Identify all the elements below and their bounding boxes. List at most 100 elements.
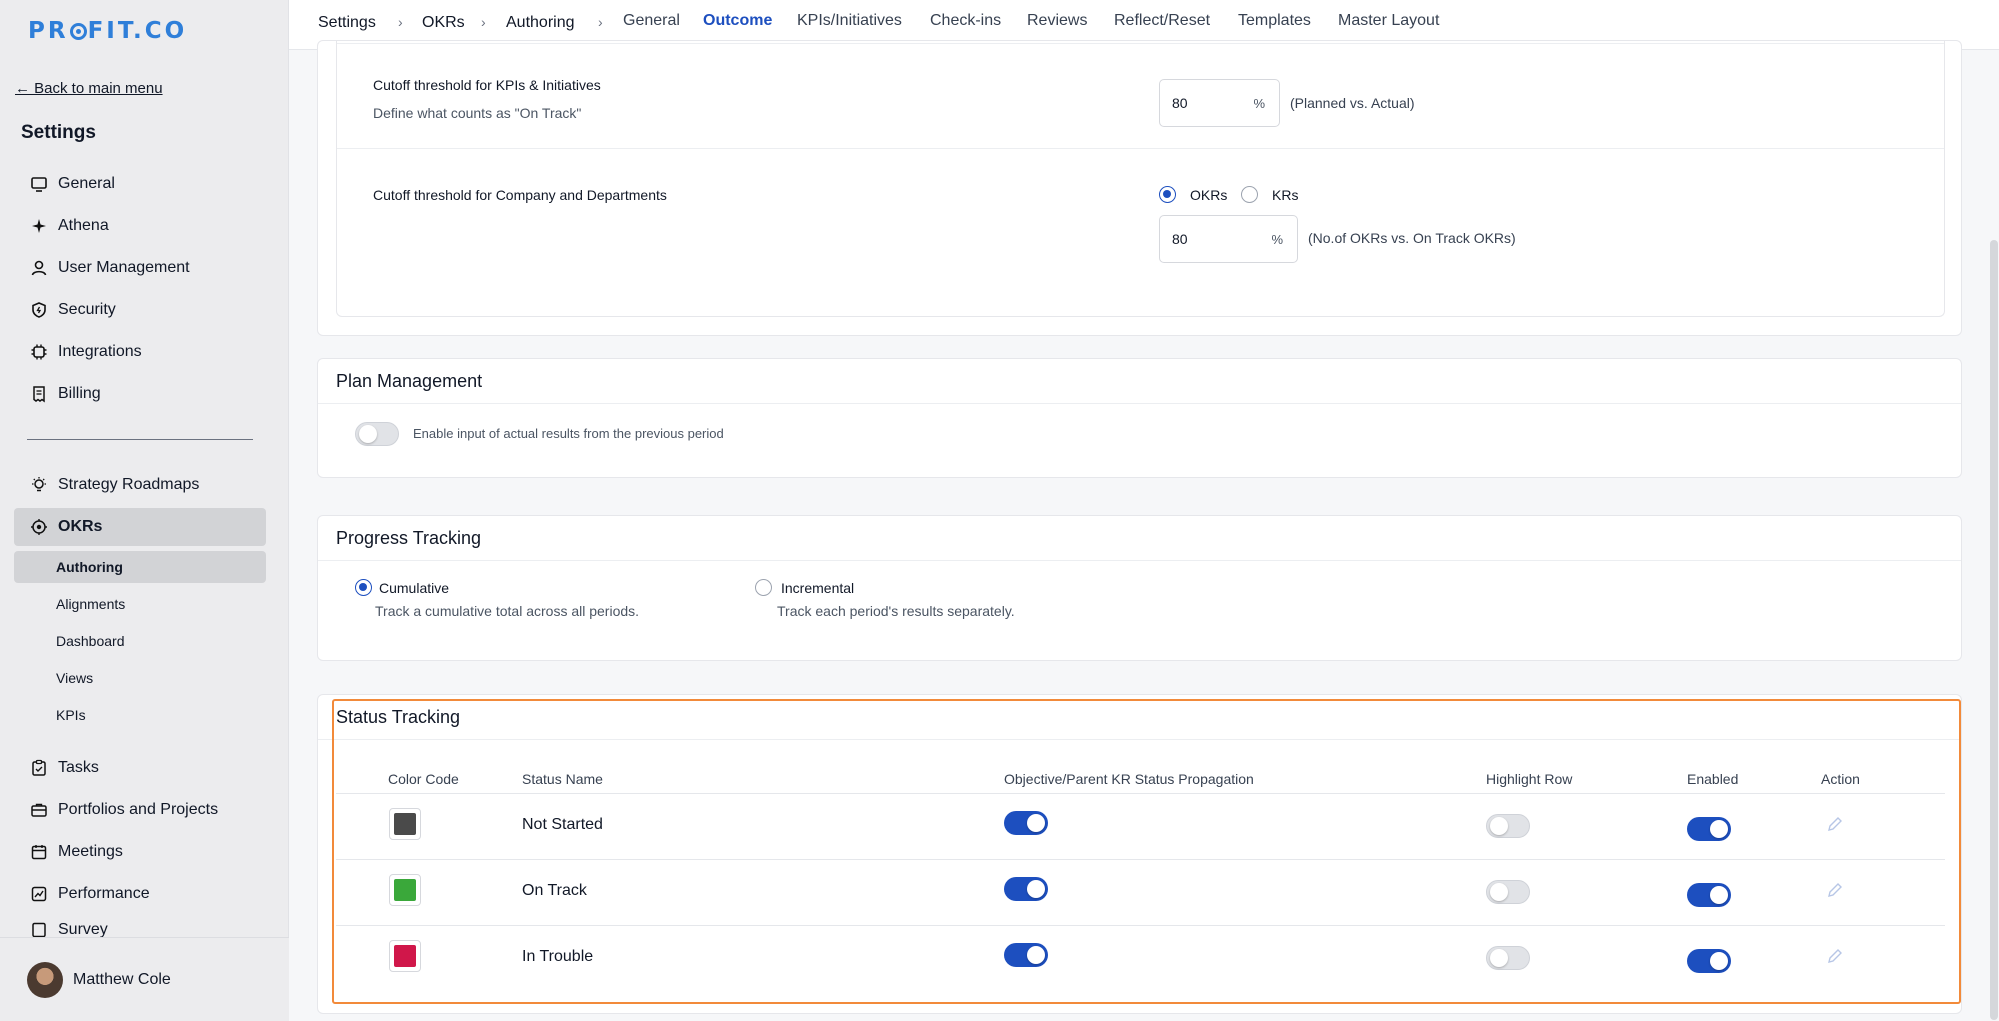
logo-target-icon [69, 23, 87, 40]
breadcrumb-separator-icon: › [598, 14, 603, 30]
sidebar-item-label: Tasks [58, 759, 99, 776]
sidebar-item-label: General [58, 175, 115, 192]
sidebar-subitem-views[interactable]: Views [14, 662, 266, 694]
column-header-highlight-row: Highlight Row [1486, 771, 1573, 787]
sidebar-item-okrs[interactable]: OKRs [14, 508, 266, 546]
sidebar-divider [27, 439, 253, 440]
sidebar-item-user-management[interactable]: User Management [14, 249, 266, 287]
column-header-propagation: Objective/Parent KR Status Propagation [1004, 771, 1254, 787]
tab-outcome[interactable]: Outcome [703, 12, 772, 30]
cutoff-kpi-input[interactable]: 80 % [1159, 79, 1280, 127]
user-icon [30, 259, 48, 277]
tab-check-ins[interactable]: Check-ins [930, 12, 1001, 30]
breadcrumb-settings[interactable]: Settings [318, 14, 376, 32]
progress-tracking-title: Progress Tracking [336, 528, 482, 548]
clipboard-icon [30, 759, 48, 777]
sidebar-item-label: Security [58, 301, 116, 318]
tab-reflect-reset[interactable]: Reflect/Reset [1114, 12, 1210, 30]
sidebar-item-integrations[interactable]: Integrations [14, 333, 266, 371]
enabled-toggle[interactable] [1687, 883, 1731, 907]
tab-general[interactable]: General [623, 12, 680, 30]
cutoff-kpi-description: Define what counts as "On Track" [373, 105, 582, 121]
bulb-icon [30, 476, 48, 494]
color-swatch-button[interactable] [389, 940, 421, 972]
tab-reviews[interactable]: Reviews [1027, 12, 1087, 30]
highlight-row-toggle[interactable] [1486, 880, 1530, 904]
sidebar-item-label: Strategy Roadmaps [58, 476, 200, 493]
sidebar-subitem-kpis[interactable]: KPIs [14, 699, 266, 731]
cutoff-kpi-value: 80 [1172, 95, 1188, 111]
sidebar-item-billing[interactable]: Billing [14, 375, 266, 413]
main-scrollbar[interactable] [1990, 240, 1998, 1020]
row-divider [336, 925, 1945, 926]
color-swatch-button[interactable] [389, 808, 421, 840]
cumulative-description: Track a cumulative total across all peri… [375, 603, 640, 619]
tab-kpis-initiatives[interactable]: KPIs/Initiatives [797, 12, 902, 30]
propagation-toggle[interactable] [1004, 943, 1048, 967]
radio-okrs[interactable] [1159, 186, 1176, 203]
sidebar-item-survey[interactable]: Survey [14, 917, 266, 937]
sidebar-subitem-dashboard[interactable]: Dashboard [14, 625, 266, 657]
plan-management-toggle-label: Enable input of actual results from the … [413, 426, 724, 441]
chart-icon [30, 885, 48, 903]
propagation-toggle[interactable] [1004, 877, 1048, 901]
column-header-enabled: Enabled [1687, 771, 1739, 787]
highlight-row-toggle[interactable] [1486, 814, 1530, 838]
tab-master-layout[interactable]: Master Layout [1338, 12, 1439, 30]
divider [337, 43, 1944, 44]
sidebar-item-strategy-roadmaps[interactable]: Strategy Roadmaps [14, 466, 266, 504]
profit-co-logo[interactable]: PR FIT.CO [28, 18, 187, 44]
highlight-row-toggle[interactable] [1486, 946, 1530, 970]
cutoff-kpi-label: Cutoff threshold for KPIs & Initiatives [373, 77, 601, 93]
sidebar-subitem-alignments[interactable]: Alignments [14, 588, 266, 620]
sidebar-item-label: User Management [58, 259, 190, 276]
status-tracking-title: Status Tracking [336, 707, 461, 727]
breadcrumb-authoring[interactable]: Authoring [506, 14, 575, 32]
radio-krs[interactable] [1241, 186, 1258, 203]
enabled-toggle[interactable] [1687, 817, 1731, 841]
cutoff-company-label: Cutoff threshold for Company and Departm… [373, 187, 667, 203]
color-swatch [394, 813, 416, 835]
sidebar-item-general[interactable]: General [14, 165, 266, 203]
cutoff-company-input[interactable]: 80 % [1159, 215, 1298, 263]
enabled-toggle[interactable] [1687, 949, 1731, 973]
color-swatch-button[interactable] [389, 874, 421, 906]
progress-tracking-card: Progress Tracking Cumulative Track a cum… [317, 515, 1962, 661]
sidebar-item-portfolios[interactable]: Portfolios and Projects [14, 791, 266, 829]
column-header-status-name: Status Name [522, 771, 603, 787]
cutoff-company-suffix: (No.of OKRs vs. On Track OKRs) [1308, 230, 1516, 246]
sidebar-item-label: Survey [58, 921, 108, 937]
plan-management-card: Plan Management Enable input of actual r… [317, 358, 1962, 478]
radio-incremental[interactable] [755, 579, 772, 596]
pencil-icon[interactable] [1825, 880, 1845, 900]
pencil-icon[interactable] [1825, 946, 1845, 966]
sidebar-item-label: Athena [58, 217, 109, 234]
sidebar-item-label: Performance [58, 885, 150, 902]
sidebar-item-label: OKRs [58, 518, 103, 535]
back-to-main-menu-link[interactable]: ← Back to main menu [15, 80, 163, 97]
status-name: Not Started [522, 816, 603, 833]
sparkle-icon [30, 217, 48, 235]
tab-templates[interactable]: Templates [1238, 12, 1311, 30]
sidebar-item-tasks[interactable]: Tasks [14, 749, 266, 787]
pencil-icon[interactable] [1825, 814, 1845, 834]
receipt-icon [30, 385, 48, 403]
radio-cumulative[interactable] [355, 579, 372, 596]
radio-krs-label: KRs [1272, 187, 1299, 203]
sidebar-subitem-authoring[interactable]: Authoring [14, 551, 266, 583]
percent-unit: % [1271, 231, 1283, 247]
sidebar-item-label: Portfolios and Projects [58, 801, 219, 818]
propagation-toggle[interactable] [1004, 811, 1048, 835]
shield-icon [30, 301, 48, 319]
chip-icon [30, 343, 48, 361]
plan-management-toggle[interactable] [355, 422, 399, 446]
avatar [27, 961, 63, 998]
divider [318, 560, 1961, 561]
user-profile-bar[interactable]: Matthew Cole [0, 937, 289, 1021]
sidebar-item-security[interactable]: Security [14, 291, 266, 329]
sidebar-item-meetings[interactable]: Meetings [14, 833, 266, 871]
sidebar-item-athena[interactable]: Athena [14, 207, 266, 245]
sidebar-item-performance[interactable]: Performance [14, 875, 266, 913]
breadcrumb-okrs[interactable]: OKRs [422, 14, 465, 32]
status-name: In Trouble [522, 948, 594, 965]
